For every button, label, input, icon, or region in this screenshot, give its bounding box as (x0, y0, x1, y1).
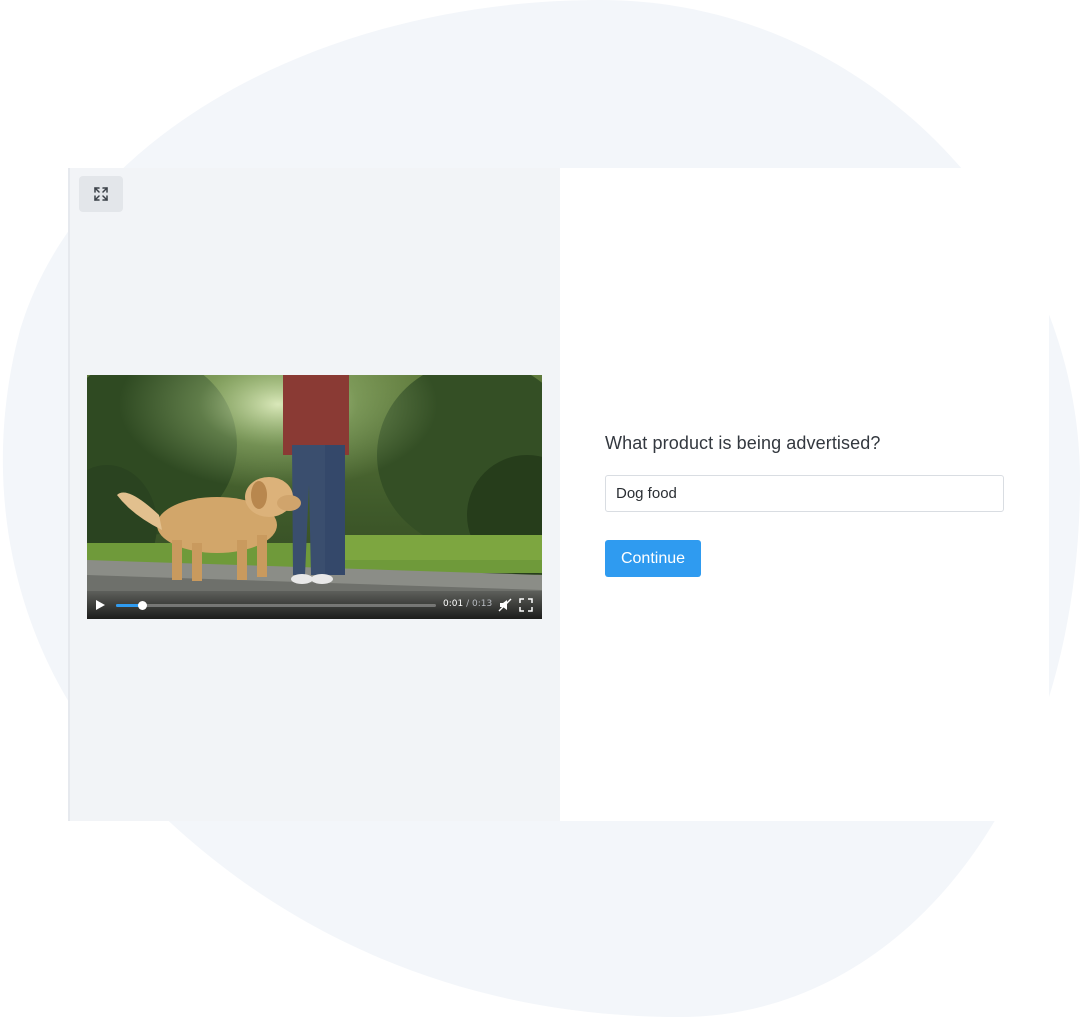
continue-button[interactable]: Continue (605, 540, 701, 577)
question-label: What product is being advertised? (605, 433, 881, 453)
task-card: 0:01 / 0:13 What product is being advert… (68, 168, 1049, 821)
answer-input[interactable] (605, 475, 1004, 512)
expand-pane-button[interactable] (79, 176, 123, 212)
expand-arrows-icon (94, 187, 108, 201)
fullscreen-icon[interactable] (519, 598, 533, 612)
video-time: 0:01 / 0:13 (443, 599, 492, 609)
video-time-separator: / (463, 599, 472, 609)
video-duration: 0:13 (471, 599, 493, 609)
form-pane: What product is being advertised? Contin… (560, 168, 1049, 821)
play-icon[interactable] (93, 598, 107, 612)
video-player[interactable]: 0:01 / 0:13 (87, 375, 542, 619)
video-current-time: 0:01 (443, 599, 464, 609)
video-frame (87, 375, 542, 619)
video-progress-knob[interactable] (137, 601, 147, 610)
video-progress-bar[interactable] (116, 601, 436, 610)
muted-speaker-icon[interactable] (498, 598, 512, 612)
media-pane: 0:01 / 0:13 (68, 168, 560, 821)
video-controls: 0:01 / 0:13 (87, 591, 542, 619)
